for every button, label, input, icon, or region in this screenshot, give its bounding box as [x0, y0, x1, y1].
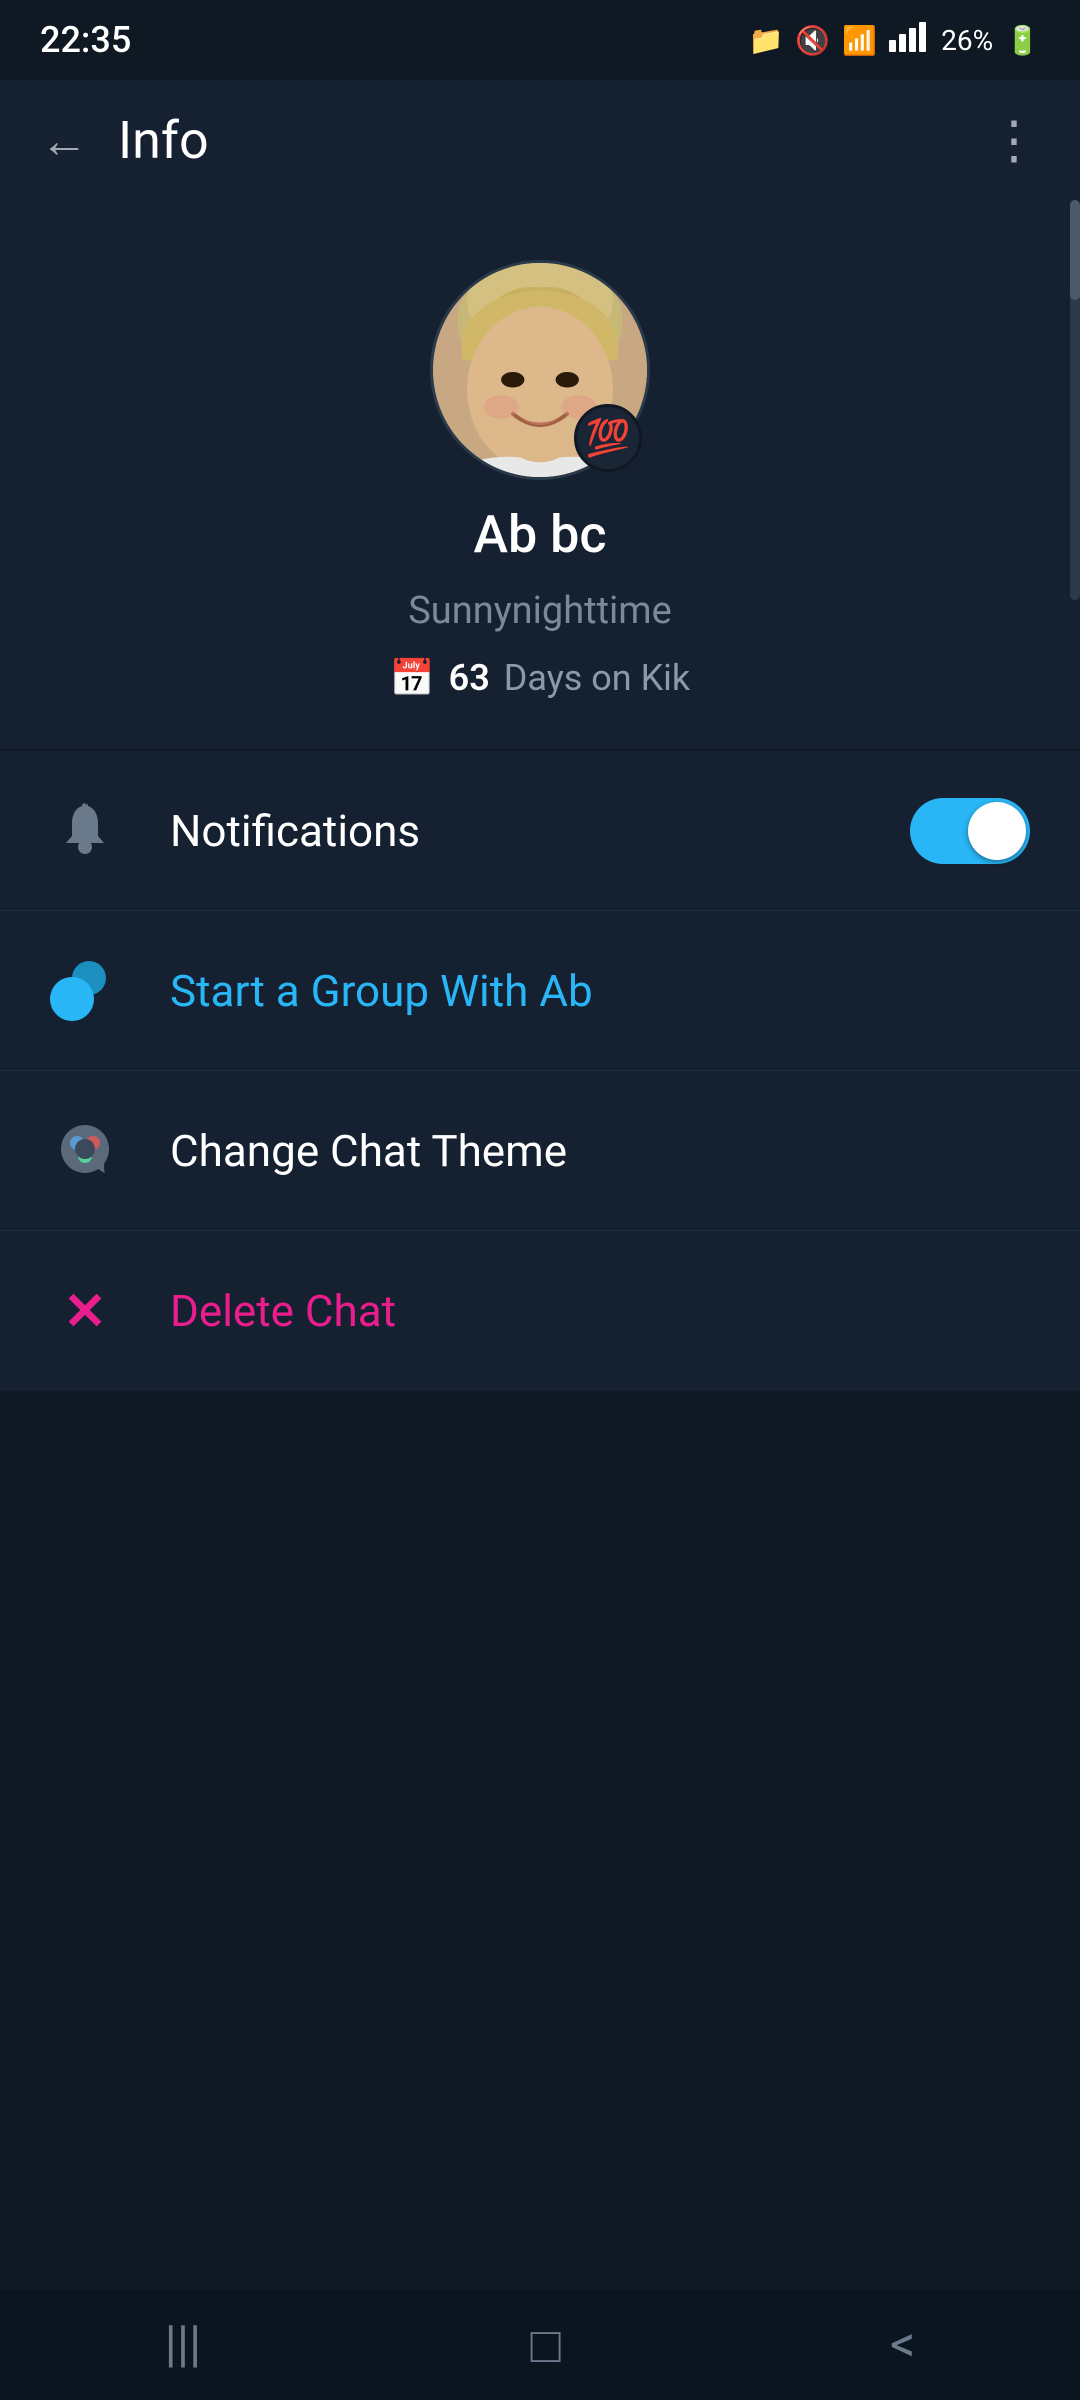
wifi-icon: 📶 [842, 24, 877, 57]
change-theme-label: Change Chat Theme [170, 1125, 1030, 1177]
back-button-nav[interactable]: < [870, 2296, 935, 2394]
home-button[interactable]: □ [511, 2296, 581, 2395]
start-group-label: Start a Group With Ab [170, 965, 1030, 1017]
change-theme-menu-item[interactable]: Change Chat Theme [0, 1071, 1080, 1231]
folder-icon: 📁 [749, 24, 784, 57]
notifications-label: Notifications [170, 805, 860, 857]
bell-icon [50, 801, 120, 861]
avatar-container: 💯 [430, 260, 650, 480]
notifications-menu-item[interactable]: Notifications [0, 751, 1080, 911]
menu-section: Notifications Start a Group With Ab [0, 751, 1080, 1391]
scrollbar[interactable] [1070, 200, 1080, 600]
dot-big [50, 977, 94, 1021]
mute-icon: 🔇 [795, 24, 830, 57]
days-count: 63 [449, 657, 490, 699]
delete-icon: ✕ [50, 1281, 120, 1342]
delete-chat-menu-item[interactable]: ✕ Delete Chat [0, 1231, 1080, 1391]
emoji-badge: 💯 [574, 404, 642, 472]
palette-icon [50, 1121, 120, 1181]
delete-chat-label: Delete Chat [170, 1285, 1030, 1337]
group-icon [50, 961, 120, 1021]
profile-username: Sunnynighttime [408, 589, 672, 633]
calendar-icon: 📅 [390, 657, 435, 699]
scrollbar-thumb [1070, 200, 1080, 300]
bottom-nav: ||| □ < [0, 2290, 1080, 2400]
profile-days: 📅 63 Days on Kik [390, 657, 690, 699]
recents-button[interactable]: ||| [145, 2296, 222, 2394]
back-button[interactable]: ← [40, 112, 88, 169]
notifications-toggle[interactable] [910, 798, 1030, 864]
status-time: 22:35 [40, 19, 131, 61]
status-bar: 22:35 📁 🔇 📶 26% 🔋 [0, 0, 1080, 80]
app-bar: ← Info ⋮ [0, 80, 1080, 200]
start-group-menu-item[interactable]: Start a Group With Ab [0, 911, 1080, 1071]
app-bar-left: ← Info [40, 110, 209, 171]
profile-name: Ab bc [474, 504, 607, 565]
more-options-button[interactable]: ⋮ [988, 110, 1040, 171]
toggle-knob [968, 802, 1026, 860]
signal-icon [889, 22, 929, 59]
status-icons: 📁 🔇 📶 26% 🔋 [749, 22, 1040, 59]
battery-text: 26% [941, 24, 993, 57]
page-title: Info [118, 110, 209, 171]
battery-icon: 🔋 [1005, 24, 1040, 57]
days-label: Days on Kik [504, 657, 690, 699]
profile-section: 💯 Ab bc Sunnynighttime 📅 63 Days on Kik [0, 200, 1080, 749]
